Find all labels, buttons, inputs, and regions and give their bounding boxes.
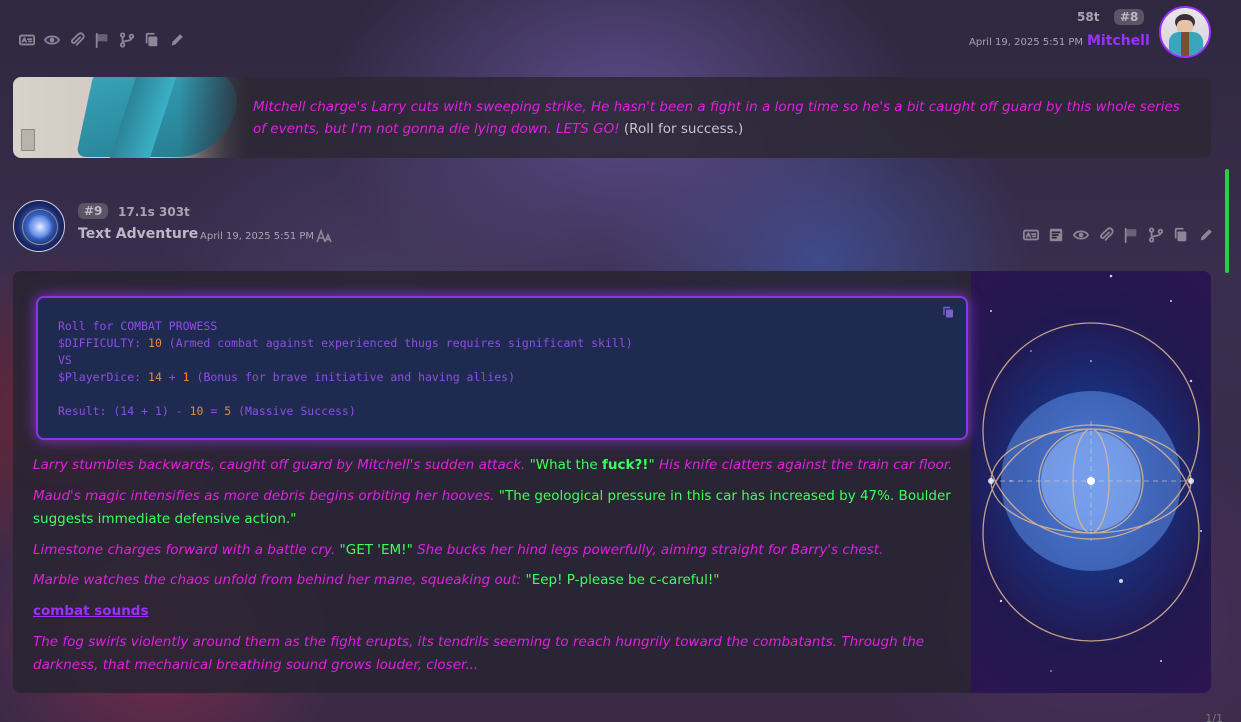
message-8-id-badge: #8 bbox=[1114, 9, 1145, 25]
message-9-timestamp: April 19, 2025 5:51 PM bbox=[200, 231, 315, 242]
message-8-ooc-text: (Roll for success.) bbox=[623, 121, 744, 137]
scrollbar-thumb[interactable] bbox=[1225, 169, 1229, 273]
message-8-text: Mitchell charge's Larry cuts with sweepi… bbox=[253, 96, 1193, 140]
branch-icon[interactable] bbox=[118, 31, 135, 48]
message-8-timestamp: April 19, 2025 5:51 PM bbox=[969, 37, 1084, 48]
message-8-body: Mitchell charge's Larry cuts with sweepi… bbox=[13, 77, 1211, 158]
code-line-vs: VS bbox=[58, 353, 72, 367]
narration-paragraph-5: The fog swirls violently around them as … bbox=[33, 634, 925, 673]
message-8-author: Mitchell bbox=[1087, 33, 1150, 49]
code-line-result: Result: (14 + 1) - 10 = 5 (Massive Succe… bbox=[58, 404, 356, 418]
translate-icon[interactable] bbox=[1022, 226, 1039, 243]
code-line-player-dice: $PlayerDice: 14 + 1 (Bonus for brave ini… bbox=[58, 370, 516, 384]
narration-paragraph-2: Maud's magic intensifies as more debris … bbox=[33, 488, 951, 527]
message-9-token-count: 303t bbox=[159, 205, 190, 219]
message-9-body: Roll for COMBAT PROWESS $DIFFICULTY: 10 … bbox=[13, 271, 1211, 693]
eye-icon[interactable] bbox=[1072, 226, 1089, 243]
message-9-id-badge: #9 bbox=[78, 203, 109, 219]
pencil-icon[interactable] bbox=[168, 31, 185, 48]
message-8-token-count: 58t bbox=[1077, 10, 1100, 24]
character-art bbox=[971, 271, 1211, 693]
code-line-1: Roll for COMBAT PROWESS bbox=[58, 319, 218, 333]
copy-icon[interactable] bbox=[1172, 226, 1189, 243]
narration-paragraph-1: Larry stumbles backwards, caught off gua… bbox=[33, 457, 953, 473]
flag-checkered-icon[interactable] bbox=[93, 31, 110, 48]
character-avatar[interactable] bbox=[13, 200, 65, 252]
narration-paragraph-3: Limestone charges forward with a battle … bbox=[33, 542, 884, 558]
paperclip-icon[interactable] bbox=[68, 31, 85, 48]
copy-code-icon[interactable] bbox=[942, 306, 954, 318]
dialogue-larry: "What the fuck?!" bbox=[529, 457, 655, 473]
combat-sounds-link[interactable]: combat sounds bbox=[33, 603, 149, 619]
swipe-counter: 1/1 bbox=[1205, 712, 1223, 722]
translate-icon[interactable] bbox=[18, 31, 35, 48]
sound-link-paragraph: combat sounds bbox=[33, 600, 978, 623]
eye-icon[interactable] bbox=[43, 31, 60, 48]
message-8-actions bbox=[18, 31, 185, 48]
copy-icon[interactable] bbox=[143, 31, 160, 48]
message-9-actions bbox=[1022, 226, 1214, 243]
message-9-author: Text Adventure bbox=[78, 226, 199, 242]
code-line-difficulty: $DIFFICULTY: 10 (Armed combat against ex… bbox=[58, 336, 633, 350]
message-8-image[interactable] bbox=[13, 77, 249, 158]
user-avatar[interactable] bbox=[1159, 6, 1211, 58]
message-9-gen-time: 17.1s bbox=[118, 205, 155, 219]
dialogue-marble: "Eep! P-please be c-careful!" bbox=[525, 572, 720, 588]
dialogue-limestone: "GET 'EM!" bbox=[339, 542, 413, 558]
summary-icon[interactable] bbox=[1047, 226, 1064, 243]
pencil-icon[interactable] bbox=[1197, 226, 1214, 243]
paperclip-icon[interactable] bbox=[1097, 226, 1114, 243]
text-style-icon[interactable] bbox=[316, 228, 332, 243]
flag-checkered-icon[interactable] bbox=[1122, 226, 1139, 243]
branch-icon[interactable] bbox=[1147, 226, 1164, 243]
dice-roll-code-block: Roll for COMBAT PROWESS $DIFFICULTY: 10 … bbox=[36, 296, 968, 440]
narration-paragraph-4: Marble watches the chaos unfold from beh… bbox=[33, 572, 720, 588]
